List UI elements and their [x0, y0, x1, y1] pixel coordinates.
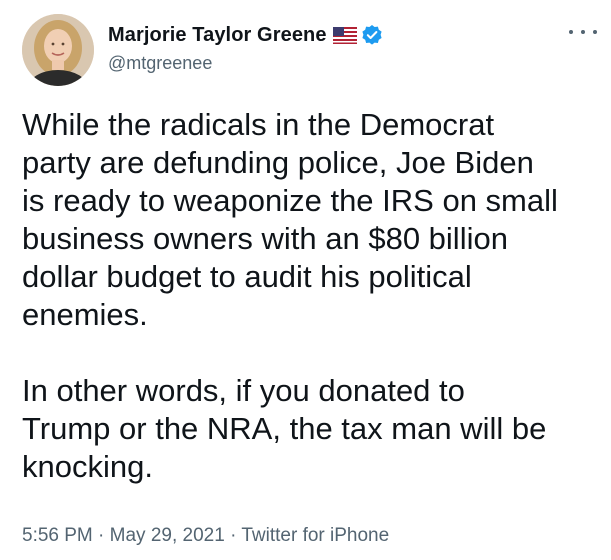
handle[interactable]: @mtgreenee: [108, 53, 383, 74]
tweet-paragraph-1: While the radicals in the Democrat party…: [22, 107, 558, 332]
meta-separator: ·: [92, 525, 110, 546]
avatar-image: [22, 14, 94, 86]
more-dot: [569, 30, 573, 34]
avatar[interactable]: [22, 14, 94, 86]
meta-separator: ·: [224, 525, 242, 546]
tweet-card: Marjorie Taylor Greene @mtgreenee While …: [0, 0, 611, 560]
tweet-source[interactable]: Twitter for iPhone: [241, 525, 389, 546]
tweet-date[interactable]: May 29, 2021: [110, 525, 225, 546]
display-name[interactable]: Marjorie Taylor Greene: [108, 24, 327, 47]
author-header: Marjorie Taylor Greene @mtgreenee: [108, 22, 383, 74]
tweet-text: While the radicals in the Democrat party…: [22, 106, 597, 486]
tweet-time[interactable]: 5:56 PM: [22, 525, 93, 546]
verified-badge-icon: [361, 25, 382, 45]
tweet-meta: 5:56 PM · May 29, 2021 · Twitter for iPh…: [22, 525, 389, 547]
more-options-icon[interactable]: [569, 22, 597, 42]
tweet-paragraph-2: In other words, if you donated to Trump …: [22, 373, 547, 484]
more-dot: [593, 30, 597, 34]
name-row: Marjorie Taylor Greene: [108, 22, 383, 48]
us-flag-icon: [332, 26, 357, 44]
more-dot: [581, 30, 585, 34]
